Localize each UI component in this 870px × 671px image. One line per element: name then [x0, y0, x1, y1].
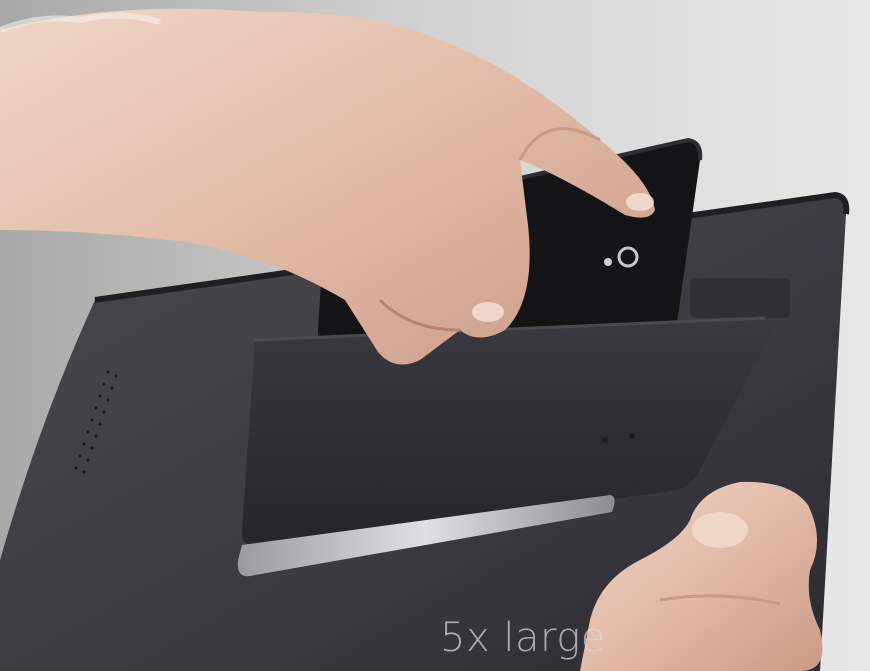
video-caption: 5x large: [440, 615, 606, 661]
photo-scene: 5x large: [0, 0, 870, 671]
photo-illustration: [0, 0, 870, 671]
